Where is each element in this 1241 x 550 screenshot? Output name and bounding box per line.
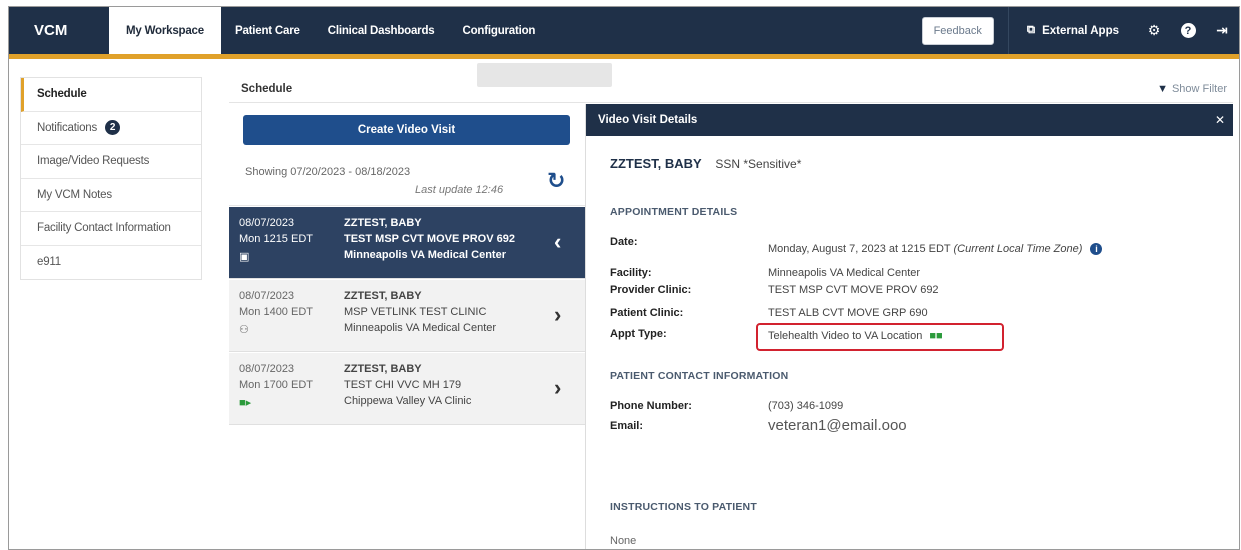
facility-value: Minneapolis VA Medical Center — [768, 267, 921, 279]
appt-type-highlight — [756, 323, 1004, 351]
sidebar-item-notifications[interactable]: Notifications 2 — [21, 112, 201, 145]
appointment-time: Mon 1700 EDT — [239, 379, 313, 391]
top-navbar: VCM My Workspace Patient Care Clinical D… — [9, 7, 1239, 59]
appointment-row[interactable]: 08/07/2023 Mon 1700 EDT ■▸ ZZTEST, BABY … — [229, 353, 585, 425]
appointment-row[interactable]: 08/07/2023 Mon 1400 EDT ⚇ ZZTEST, BABY M… — [229, 280, 585, 352]
tab-my-workspace[interactable]: My Workspace — [109, 7, 221, 54]
app-frame: VCM My Workspace Patient Care Clinical D… — [8, 6, 1240, 550]
external-link-icon: ⧉ — [1026, 24, 1036, 36]
patient-clinic-label: Patient Clinic: — [610, 307, 684, 319]
chevron-left-icon[interactable]: ‹ — [554, 229, 561, 255]
gear-icon[interactable]: ⚙ — [1137, 7, 1171, 54]
external-apps-label: External Apps — [1042, 24, 1119, 37]
chevron-right-icon[interactable]: › — [554, 302, 561, 328]
phone-value: (703) 346-1099 — [768, 400, 844, 412]
schedule-header: Schedule ▼ Show Filter — [229, 63, 1233, 103]
sidebar-item-label: Image/Video Requests — [37, 155, 150, 168]
appointment-clinic: MSP VETLINK TEST CLINIC — [344, 306, 487, 318]
appointment-patient-name: ZZTEST, BABY — [344, 363, 422, 375]
sidebar-item-label: My VCM Notes — [37, 188, 112, 201]
details-title: Video Visit Details — [598, 114, 698, 126]
tab-clinical-dashboards[interactable]: Clinical Dashboards — [314, 7, 449, 54]
sidebar-item-image-video-requests[interactable]: Image/Video Requests — [21, 145, 201, 179]
sidebar-item-label: Schedule — [37, 88, 87, 101]
timezone-note: (Current Local Time Zone) — [953, 243, 1083, 255]
date-range-row: Showing 07/20/2023 - 08/18/2023 Last upd… — [229, 156, 585, 206]
video-to-va-icon: ▣ — [239, 251, 250, 263]
show-filter-label: Show Filter — [1171, 83, 1227, 95]
feedback-button[interactable]: Feedback — [921, 16, 994, 45]
appt-type-label: Appt Type: — [610, 328, 667, 340]
appointment-facility: Chippewa Valley VA Clinic — [344, 395, 472, 407]
app-logo: VCM — [34, 22, 68, 39]
appointment-clinic: TEST CHI VVC MH 179 — [344, 379, 462, 391]
patient-contact-heading: PATIENT CONTACT INFORMATION — [610, 370, 789, 382]
sidebar-item-label: Facility Contact Information — [37, 222, 171, 235]
close-icon[interactable]: ✕ — [1215, 113, 1225, 127]
notification-count-badge: 2 — [105, 120, 121, 136]
phone-label: Phone Number: — [610, 400, 692, 412]
loading-placeholder — [477, 63, 612, 87]
appointment-details-heading: APPOINTMENT DETAILS — [610, 206, 738, 218]
sidebar-item-label: Notifications — [37, 121, 98, 134]
appointment-clinic: TEST MSP CVT MOVE PROV 692 — [344, 233, 515, 245]
schedule-title: Schedule — [241, 83, 293, 95]
date-range-text: Showing 07/20/2023 - 08/18/2023 — [245, 166, 411, 178]
email-label: Email: — [610, 420, 644, 432]
date-value: Monday, August 7, 2023 at 1215 EDT — [768, 243, 951, 255]
patient-name: ZZTEST, BABY — [610, 156, 702, 171]
sidebar-item-e911[interactable]: e911 — [21, 246, 201, 280]
patient-clinic-value: TEST ALB CVT MOVE GRP 690 — [768, 307, 928, 319]
navbar-accent-strip — [9, 54, 1239, 59]
video-visit-details-panel: Video Visit Details ✕ ZZTEST, BABY SSN *… — [585, 104, 1233, 549]
last-update-text: Last update 12:46 — [415, 184, 504, 196]
sign-out-icon[interactable]: ⇥ — [1205, 7, 1239, 54]
sidebar-item-facility-contact-information[interactable]: Facility Contact Information — [21, 212, 201, 246]
patient-ssn: SSN *Sensitive* — [715, 157, 802, 171]
info-icon[interactable]: i — [1090, 243, 1103, 255]
details-header: Video Visit Details ✕ — [586, 104, 1233, 136]
help-icon[interactable]: ? — [1171, 7, 1205, 54]
sidebar: Schedule Notifications 2 Image/Video Req… — [20, 77, 202, 280]
appointment-time: Mon 1215 EDT — [239, 233, 313, 245]
provider-clinic-value: TEST MSP CVT MOVE PROV 692 — [768, 284, 939, 296]
chevron-right-icon[interactable]: › — [554, 375, 561, 401]
refresh-icon[interactable]: ↻ — [547, 168, 565, 194]
instructions-heading: INSTRUCTIONS TO PATIENT — [610, 501, 757, 513]
facility-label: Facility: — [610, 267, 652, 279]
sidebar-item-schedule[interactable]: Schedule — [21, 78, 201, 112]
people-icon: ⚇ — [239, 324, 249, 336]
date-value-row: Monday, August 7, 2023 at 1215 EDT (Curr… — [768, 243, 1103, 255]
video-camera-icon: ■▸ — [239, 397, 252, 409]
instructions-value: None — [610, 535, 637, 547]
external-apps-button[interactable]: ⧉ External Apps — [1007, 7, 1137, 54]
filter-icon: ▼ — [1157, 83, 1168, 95]
appointment-date: 08/07/2023 — [239, 363, 295, 375]
show-filter-button[interactable]: ▼ Show Filter — [1157, 83, 1227, 95]
appointment-facility: Minneapolis VA Medical Center — [344, 322, 497, 334]
sidebar-item-label: e911 — [37, 256, 61, 269]
appointment-list-panel: Create Video Visit Showing 07/20/2023 - … — [229, 104, 585, 549]
appointment-date: 08/07/2023 — [239, 290, 295, 302]
create-video-visit-button[interactable]: Create Video Visit — [243, 115, 570, 145]
appointment-row[interactable]: 08/07/2023 Mon 1215 EDT ▣ ZZTEST, BABY T… — [229, 207, 585, 279]
date-label: Date: — [610, 236, 638, 248]
tab-patient-care[interactable]: Patient Care — [221, 7, 314, 54]
appointment-patient-name: ZZTEST, BABY — [344, 290, 422, 302]
appointment-facility: Minneapolis VA Medical Center — [344, 249, 506, 261]
appointment-time: Mon 1400 EDT — [239, 306, 313, 318]
patient-identity: ZZTEST, BABY SSN *Sensitive* — [610, 156, 801, 171]
sidebar-item-my-vcm-notes[interactable]: My VCM Notes — [21, 179, 201, 212]
appointment-date: 08/07/2023 — [239, 217, 295, 229]
email-value: veteran1@email.ooo — [768, 417, 907, 434]
appointment-patient-name: ZZTEST, BABY — [344, 217, 422, 229]
tab-configuration[interactable]: Configuration — [448, 7, 549, 54]
provider-clinic-label: Provider Clinic: — [610, 284, 692, 296]
